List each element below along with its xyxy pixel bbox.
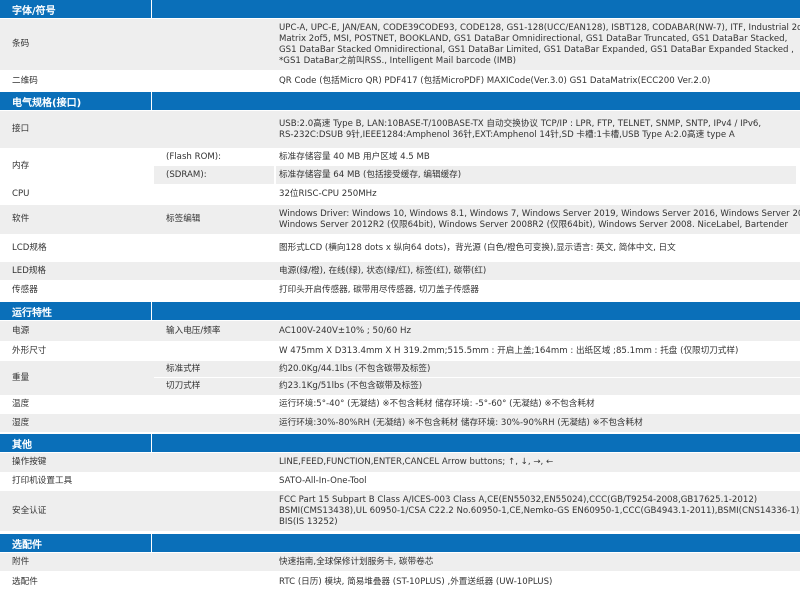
row-label: 选配件 (12, 576, 38, 587)
value-line: UPC-A, UPC-E, JAN/EAN, CODE39CODE93, COD… (279, 22, 800, 33)
row-label: LED规格 (12, 265, 47, 276)
spec-row-setup-tool: 打印机设置工具 SATO-All-In-One-Tool (0, 473, 800, 490)
value-line: Windows Driver: Windows 10, Windows 8.1,… (279, 208, 800, 219)
row-value-cutter: 约23.1Kg/51lbs (不包含碳带及标签) (279, 381, 423, 391)
section-title: 电气规格(接口) (0, 92, 152, 110)
row-label: 条码 (12, 39, 30, 49)
row-value: 电源(绿/橙), 在线(绿), 状态(绿/红), 标签(红), 碳带(红) (279, 265, 487, 276)
spec-row-buttons: 操作按键 LINE,FEED,FUNCTION,ENTER,CANCEL Arr… (0, 453, 800, 472)
section-header-electrical: 电气规格(接口) (0, 92, 800, 110)
spec-sheet: 字体/符号 条码 UPC-A, UPC-E, JAN/EAN, CODE39CO… (0, 0, 800, 592)
row-label: 二维码 (12, 75, 38, 86)
row-value: 快速指南,全球保修计划服务卡, 碳带卷芯 (279, 556, 434, 567)
value-line: *GS1 DataBar之前叫RSS., Intelligent Mail ba… (279, 55, 517, 66)
value-line: BIS(IS 13252) (279, 516, 338, 527)
sub-label-standard: 标准式样 (166, 364, 201, 374)
row-value: USB:2.0高速 Type B, LAN:10BASE-T/100BASE-T… (279, 111, 799, 148)
row-value: Windows Driver: Windows 10, Windows 8.1,… (279, 205, 800, 234)
row-value: AC100V-240V±10% ; 50/60 Hz (279, 325, 412, 336)
spec-row-weight: 重量 标准式样 约20.0Kg/44.1lbs (不包含碳带及标签) 切刀式样 … (0, 361, 800, 395)
sub-label: 标签编辑 (166, 214, 201, 224)
spec-row-options: 选配件 RTC (日历) 模块, 简易堆叠器 (ST-10PLUS) ,外置送纸… (0, 572, 800, 592)
row-value: 运行环境:5°-40° (无凝结) ※不包含耗材 储存环境: -5°-60° (… (279, 399, 595, 409)
row-label: 打印机设置工具 (12, 476, 73, 486)
section-title: 运行特性 (0, 302, 152, 320)
row-label: 温度 (12, 399, 30, 409)
section-header-other: 其他 (0, 434, 800, 452)
value-line: RS-232C:DSUB 9针,IEEE1284:Amphenol 36针,EX… (279, 129, 735, 140)
row-label: 湿度 (12, 417, 30, 428)
value-line: Windows Server 2012R2 (仅限64bit), Windows… (279, 219, 788, 230)
row-value: LINE,FEED,FUNCTION,ENTER,CANCEL Arrow bu… (279, 457, 554, 467)
section-title: 选配件 (0, 534, 152, 552)
row-label: 重量 (12, 372, 30, 383)
sub-label: 输入电压/频率 (166, 325, 221, 336)
spec-row-led: LED规格 电源(绿/橙), 在线(绿), 状态(绿/红), 标签(红), 碳带… (0, 262, 800, 280)
row-value-sdram: 标准存储容量 64 MB (包括接受缓存, 编辑缓存) (276, 166, 796, 184)
row-label: 电源 (12, 325, 30, 336)
sub-label-cutter: 切刀式样 (166, 381, 201, 391)
row-value: UPC-A, UPC-E, JAN/EAN, CODE39CODE93, COD… (279, 19, 800, 70)
row-label: 软件 (12, 214, 30, 224)
row-value: RTC (日历) 模块, 简易堆叠器 (ST-10PLUS) ,外置送纸器 (U… (279, 576, 553, 587)
section-header-options: 选配件 (0, 534, 800, 552)
spec-row-dimensions: 外形尺寸 W 475mm X D313.4mm X H 319.2mm;515.… (0, 342, 800, 360)
section-title: 其他 (0, 434, 152, 452)
row-value-flash: 标准存储容量 40 MB 用户区域 4.5 MB (279, 152, 430, 162)
value-line: FCC Part 15 Subpart B Class A/ICES-003 C… (279, 494, 758, 505)
row-label: 操作按键 (12, 457, 47, 467)
spec-row-software: 软件 标签编辑 Windows Driver: Windows 10, Wind… (0, 205, 800, 234)
row-label: LCD规格 (12, 242, 47, 253)
spec-row-memory: 内存 (Flash ROM): 标准存储容量 40 MB 用户区域 4.5 MB… (0, 149, 800, 184)
spec-row-interface: 接口 USB:2.0高速 Type B, LAN:10BASE-T/100BAS… (0, 111, 800, 148)
row-label: 安全认证 (12, 505, 47, 516)
row-value: 运行环境:30%-80%RH (无凝结) ※不包含耗材 储存环境: 30%-90… (279, 417, 643, 428)
row-value: 32位RISC-CPU 250MHz (279, 189, 377, 199)
sub-label-sdram: (SDRAM): (166, 169, 207, 180)
row-value: W 475mm X D313.4mm X H 319.2mm;515.5mm :… (279, 345, 739, 356)
spec-row-humidity: 湿度 运行环境:30%-80%RH (无凝结) ※不包含耗材 储存环境: 30%… (0, 414, 800, 432)
row-value: QR Code (包括Micro QR) PDF417 (包括MicroPDF)… (279, 75, 711, 86)
spec-row-barcode: 条码 UPC-A, UPC-E, JAN/EAN, CODE39CODE93, … (0, 19, 800, 70)
section-title: 字体/符号 (0, 0, 152, 18)
row-label: 传感器 (12, 285, 38, 295)
row-value-standard: 约20.0Kg/44.1lbs (不包含碳带及标签) (279, 364, 431, 374)
row-value: SATO-All-In-One-Tool (279, 476, 367, 486)
row-label: 接口 (12, 124, 30, 134)
row-label: 外形尺寸 (12, 345, 47, 356)
section-header-operating: 运行特性 (0, 302, 800, 320)
value-line: BSMI(CMS13438),UL 60950-1/CSA C22.2 No.6… (279, 505, 800, 516)
row-label: 内存 (12, 161, 30, 171)
spec-row-lcd: LCD规格 图形式LCD (横向128 dots x 纵向64 dots)，背光… (0, 235, 800, 261)
value-line: GS1 DataBar Stacked Omnidirectional, GS1… (279, 44, 794, 55)
spec-row-power: 电源 输入电压/频率 AC100V-240V±10% ; 50/60 Hz (0, 321, 800, 341)
spec-row-accessories: 附件 快速指南,全球保修计划服务卡, 碳带卷芯 (0, 553, 800, 571)
row-label: 附件 (12, 556, 30, 567)
spec-row-safety: 安全认证 FCC Part 15 Subpart B Class A/ICES-… (0, 491, 800, 531)
spec-row-sensor: 传感器 打印头开启传感器, 碳带用尽传感器, 切刀盖子传感器 (0, 281, 800, 300)
sub-label-flash: (Flash ROM): (166, 152, 222, 162)
row-label: CPU (12, 189, 30, 199)
row-value: 打印头开启传感器, 碳带用尽传感器, 切刀盖子传感器 (279, 285, 479, 295)
spec-row-cpu: CPU 32位RISC-CPU 250MHz (0, 185, 800, 204)
value-line: USB:2.0高速 Type B, LAN:10BASE-T/100BASE-T… (279, 118, 762, 129)
row-value: FCC Part 15 Subpart B Class A/ICES-003 C… (279, 491, 800, 531)
spec-row-temperature: 温度 运行环境:5°-40° (无凝结) ※不包含耗材 储存环境: -5°-60… (0, 396, 800, 413)
row-value: 图形式LCD (横向128 dots x 纵向64 dots)，背光源 (白色/… (279, 242, 676, 253)
spec-row-qr: 二维码 QR Code (包括Micro QR) PDF417 (包括Micro… (0, 71, 800, 91)
section-header-font: 字体/符号 (0, 0, 800, 18)
value-line: Matrix 2of5, MSI, POSTNET, BOOKLAND, GS1… (279, 33, 788, 44)
